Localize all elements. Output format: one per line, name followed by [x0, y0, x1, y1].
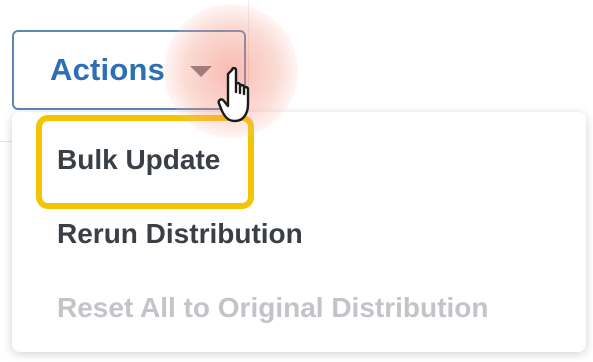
actions-dropdown-button[interactable]: Actions — [12, 30, 246, 110]
menu-item-reset-all-disabled: Reset All to Original Distribution — [57, 292, 489, 323]
table-grid-line — [248, 0, 249, 120]
actions-dropdown-menu: Bulk Update Rerun Distribution Reset All… — [12, 112, 586, 352]
actions-button-label: Actions — [50, 52, 166, 87]
screen: Actions Bulk Update Rerun Distribution R… — [0, 0, 593, 362]
caret-down-icon — [190, 66, 212, 77]
menu-item-bulk-update[interactable]: Bulk Update — [57, 144, 220, 176]
menu-item-rerun-distribution[interactable]: Rerun Distribution — [57, 218, 303, 250]
